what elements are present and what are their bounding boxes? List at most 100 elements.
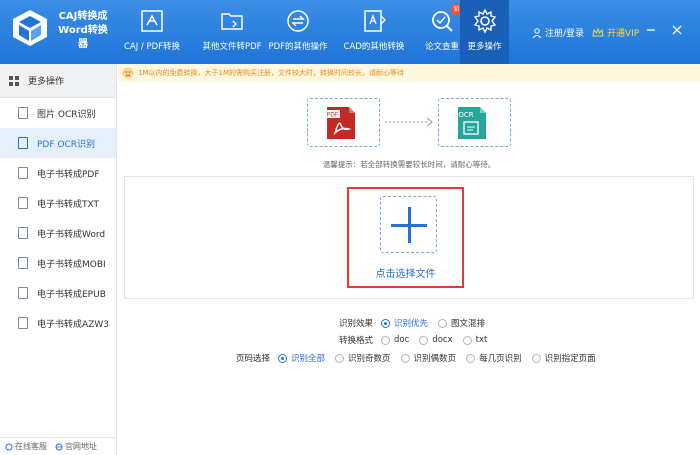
epub-file-icon xyxy=(18,287,28,299)
pdf-source-box: PDF xyxy=(307,98,380,147)
sidebar-title: 更多操作 xyxy=(28,77,65,87)
sidebar-item-image-ocr[interactable]: 图片 OCR识别 xyxy=(0,98,116,128)
pages-specific-radio[interactable]: 识别指定页面 xyxy=(531,352,596,364)
pdf-file-tag: PDF xyxy=(327,112,339,119)
convert-arrow-icon xyxy=(385,117,433,127)
format-docx-radio[interactable]: docx xyxy=(419,335,453,345)
sidebar-item-label: 电子书转成PDF xyxy=(37,169,100,180)
format-txt-radio[interactable]: txt xyxy=(462,335,488,345)
close-icon[interactable] xyxy=(671,24,683,36)
hint-text: 温馨提示：若全部转换需要较长时间，请耐心等待。 xyxy=(322,160,496,169)
tab-label: CAJ / PDF转换 xyxy=(123,42,181,52)
website-label: 官网地址 xyxy=(65,442,97,451)
choose-file-label[interactable]: 点击选择文件 xyxy=(347,265,464,280)
vip-label: 开通VIP xyxy=(607,29,640,39)
format-doc-radio[interactable]: doc xyxy=(381,335,409,345)
radio-dot xyxy=(466,353,476,363)
txt-file-icon xyxy=(18,197,28,209)
effect-mixed-radio[interactable]: 图文混排 xyxy=(438,317,485,329)
cad-icon xyxy=(364,10,386,32)
gear-icon xyxy=(473,8,496,34)
option-text: 每几页识别 xyxy=(479,354,522,364)
mobi-file-icon xyxy=(18,257,28,269)
app-logo-icon xyxy=(13,10,47,46)
swap-icon xyxy=(287,10,309,32)
sidebar-item-pdf-ocr[interactable]: PDF OCR识别 xyxy=(0,128,116,158)
headset-icon xyxy=(5,443,13,450)
option-text: txt xyxy=(475,335,488,345)
sidebar-item-label: 电子书转成TXT xyxy=(37,199,100,210)
pages-every-n-radio[interactable]: 每几页识别 xyxy=(466,352,522,364)
minimize-icon[interactable] xyxy=(645,24,657,36)
sidebar-item-label: 电子书转成AZW3 xyxy=(37,319,109,330)
sidebar-item-ebook-epub[interactable]: 电子书转成EPUB xyxy=(0,278,116,308)
notice-avatar-icon xyxy=(122,67,134,79)
grid-icon xyxy=(9,75,19,86)
pdf-file-icon xyxy=(18,167,28,179)
radio-dot xyxy=(419,335,429,345)
user-icon xyxy=(532,27,542,38)
effect-label: 识别效果 xyxy=(339,319,374,329)
sidebar-item-ebook-azw3[interactable]: 电子书转成AZW3 xyxy=(0,308,116,338)
vip-link[interactable]: 开通VIP xyxy=(592,26,639,39)
radio-dot xyxy=(462,335,472,345)
globe-icon xyxy=(55,443,63,450)
top-toolbar: CAJ转换成Word转换器 CAJ / PDF转换 其他文件转PDF PDF的其… xyxy=(0,0,700,64)
sidebar-item-label: 电子书转成Word xyxy=(37,229,106,240)
pages-option-row: 页码选择 识别全部 识别奇数页 识别偶数页 每几页识别 识别指定页面 xyxy=(236,352,606,364)
tab-label: CAD的其他转换 xyxy=(343,42,405,52)
format-option-row: 转换格式 doc docx txt xyxy=(339,334,497,346)
option-text: docx xyxy=(432,335,453,345)
azw3-file-icon xyxy=(18,317,28,329)
radio-dot xyxy=(400,353,410,363)
sidebar-footer: 在线客服 官网地址 xyxy=(0,437,117,455)
online-service-label: 在线客服 xyxy=(15,442,47,451)
option-text: 图文混排 xyxy=(451,319,486,329)
online-service-link[interactable]: 在线客服 xyxy=(5,441,47,452)
ocr-file-tag: OCR xyxy=(458,111,473,119)
tab-label: 更多操作 xyxy=(467,42,502,52)
effect-priority-radio[interactable]: 识别优先 xyxy=(381,317,428,329)
word-file-icon xyxy=(18,227,28,239)
option-text: doc xyxy=(394,335,410,345)
image-file-icon xyxy=(18,107,28,119)
pages-all-radio[interactable]: 识别全部 xyxy=(278,352,325,364)
ocr-target-box: OCR xyxy=(438,98,511,147)
sidebar-item-ebook-mobi[interactable]: 电子书转成MOBI xyxy=(0,248,116,278)
sidebar-item-label: 电子书转成EPUB xyxy=(37,289,106,300)
tab-label: PDF的其他操作 xyxy=(268,42,328,52)
ocr-file-icon: OCR xyxy=(458,107,486,139)
tab-more-ops[interactable]: 更多操作 xyxy=(460,0,509,64)
app-title: CAJ转换成Word转换器 xyxy=(58,11,108,50)
website-link[interactable]: 官网地址 xyxy=(55,441,97,452)
crown-icon xyxy=(592,27,604,36)
folder-icon xyxy=(221,13,243,30)
sidebar-header: 更多操作 xyxy=(0,64,116,98)
pdf-convert-icon xyxy=(141,10,163,32)
sidebar-item-ebook-word[interactable]: 电子书转成Word xyxy=(0,218,116,248)
sidebar-item-label: 图片 OCR识别 xyxy=(37,109,96,120)
radio-dot xyxy=(381,318,391,328)
sidebar-item-ebook-pdf[interactable]: 电子书转成PDF xyxy=(0,158,116,188)
option-text: 识别全部 xyxy=(291,354,326,364)
pdf-file-icon: PDF xyxy=(325,107,355,139)
tab-label: 其他文件转PDF xyxy=(202,42,262,52)
radio-dot xyxy=(278,353,288,363)
tab-pdf-other[interactable]: PDF的其他操作 xyxy=(258,0,338,64)
pages-odd-radio[interactable]: 识别奇数页 xyxy=(335,352,391,364)
option-text: 识别指定页面 xyxy=(544,354,596,364)
tab-caj-pdf[interactable]: CAJ / PDF转换 xyxy=(112,0,192,64)
sidebar-item-ebook-txt[interactable]: 电子书转成TXT xyxy=(0,188,116,218)
tab-label: 论文查重 xyxy=(424,42,459,52)
pdf-file-icon xyxy=(18,137,28,149)
sidebar-item-label: 电子书转成MOBI xyxy=(37,259,106,270)
radio-dot xyxy=(438,318,448,328)
format-label: 转换格式 xyxy=(339,336,374,346)
login-link[interactable]: 注册/登录 xyxy=(532,26,584,39)
option-text: 识别优先 xyxy=(394,319,429,329)
add-file-button[interactable] xyxy=(380,196,437,253)
pages-even-radio[interactable]: 识别偶数页 xyxy=(400,352,456,364)
pages-label: 页码选择 xyxy=(236,354,271,364)
option-text: 识别奇数页 xyxy=(348,354,391,364)
notice-bar: 1M以内的免费转换，大于1M的需购买注册，文件较大时，转换时间较长，请耐心等待 xyxy=(118,64,700,82)
